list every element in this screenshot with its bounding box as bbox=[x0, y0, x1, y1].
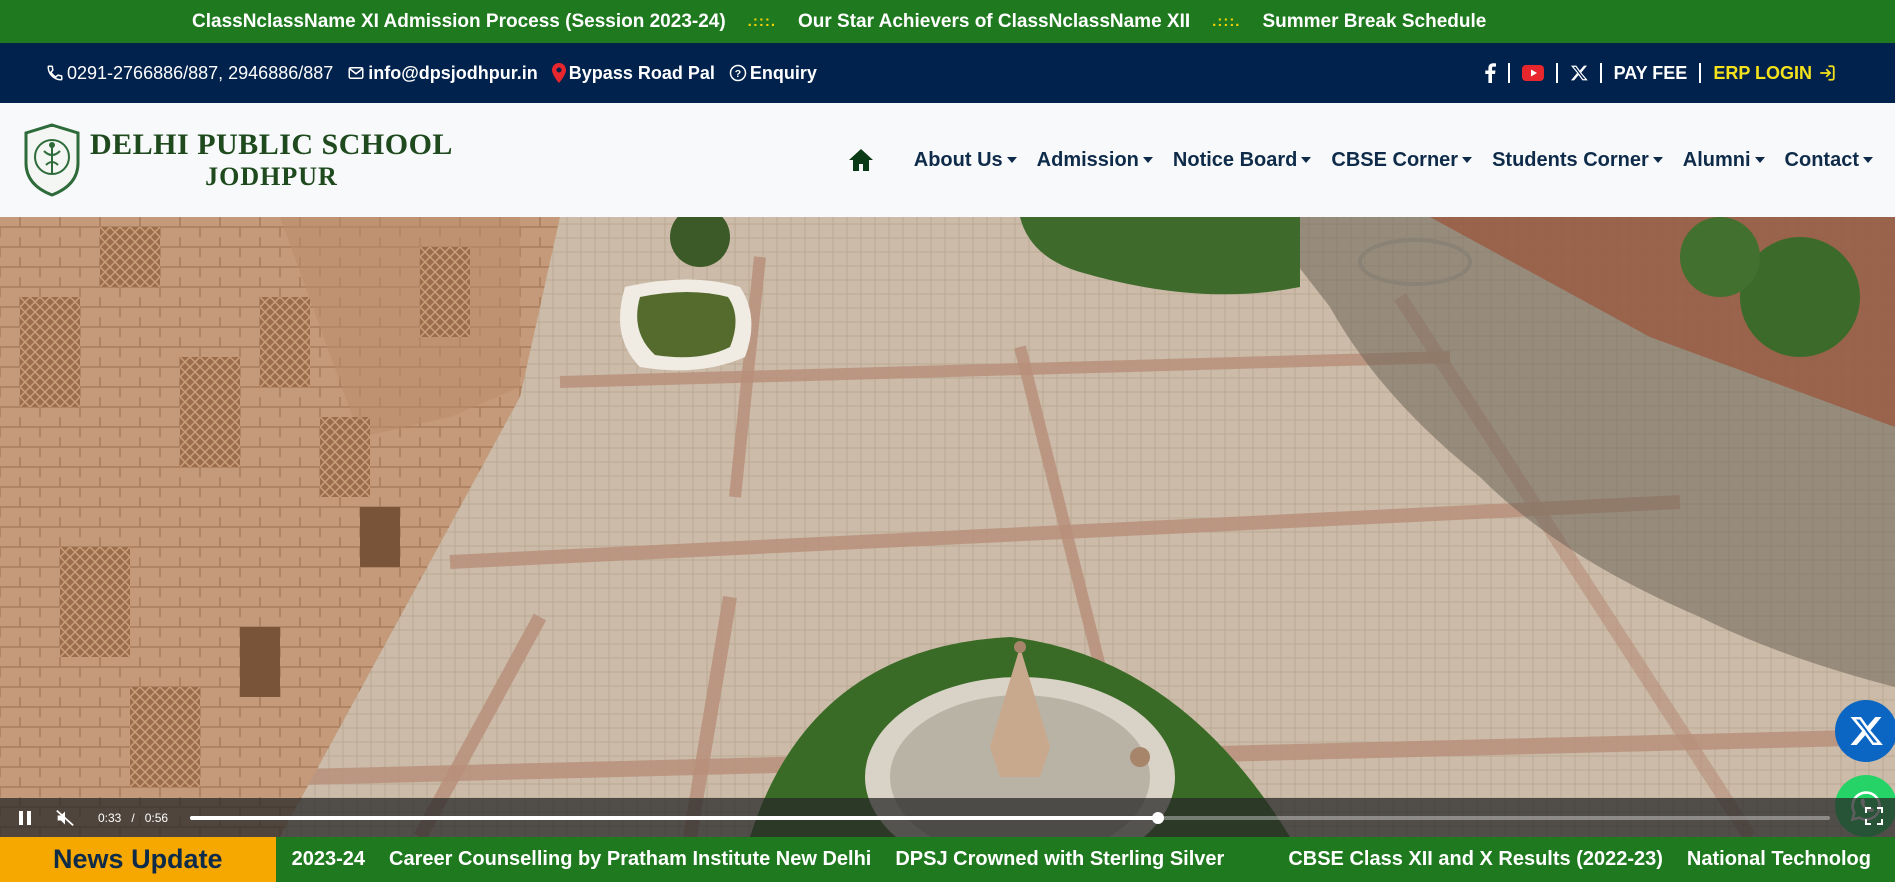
nav-label: CBSE Corner bbox=[1331, 148, 1459, 171]
x-link[interactable] bbox=[1558, 63, 1602, 83]
progress-handle[interactable] bbox=[1151, 811, 1164, 824]
current-time: 0:33 bbox=[98, 810, 122, 825]
caret-down-icon bbox=[1754, 157, 1765, 163]
caret-down-icon bbox=[1863, 157, 1873, 163]
news-item[interactable]: National Technolog bbox=[1687, 848, 1871, 871]
marquee-item[interactable]: Summer Break Schedule bbox=[1262, 11, 1486, 33]
pay-fee-link[interactable]: PAY FEE bbox=[1602, 63, 1702, 83]
nav-admission[interactable]: Admission bbox=[1037, 149, 1153, 172]
youtube-link[interactable] bbox=[1510, 63, 1558, 83]
caret-down-icon bbox=[1652, 157, 1663, 163]
marquee-item[interactable]: Our Star Achievers of ClassNclassName XI… bbox=[798, 11, 1190, 33]
volume-muted-icon bbox=[56, 809, 74, 826]
video-progress-bar[interactable] bbox=[190, 811, 1831, 824]
news-item[interactable]: 2023-24 bbox=[292, 848, 365, 871]
map-pin-icon bbox=[551, 63, 566, 83]
hero-video[interactable] bbox=[0, 217, 1895, 837]
nav-contact[interactable]: Contact bbox=[1785, 149, 1873, 172]
video-time: 0:33 / 0:56 bbox=[98, 811, 168, 825]
question-circle-icon: ? bbox=[729, 64, 747, 82]
duration: 0:56 bbox=[144, 810, 169, 825]
nav-label: Contact bbox=[1784, 148, 1859, 171]
nav-cbse-corner[interactable]: CBSE Corner bbox=[1331, 148, 1473, 172]
fullscreen-icon bbox=[1865, 807, 1883, 825]
news-item[interactable]: CBSE Class XII and X Results (2022-23) bbox=[1288, 848, 1663, 871]
phone-icon bbox=[47, 65, 63, 81]
news-ticker: 2023-24 Career Counselling by Pratham In… bbox=[276, 848, 1895, 871]
erp-login-link[interactable]: ERP LOGIN bbox=[1701, 63, 1849, 83]
fullscreen-button[interactable] bbox=[1865, 807, 1883, 828]
x-icon bbox=[1850, 716, 1883, 746]
caret-down-icon bbox=[1142, 157, 1153, 163]
news-item[interactable]: DPSJ Crowned with Sterling Silver bbox=[895, 848, 1224, 871]
school-name: DELHI PUBLIC SCHOOL bbox=[90, 128, 453, 161]
school-logo[interactable]: DELHI PUBLIC SCHOOL JODHPUR bbox=[0, 123, 453, 197]
home-link[interactable] bbox=[848, 148, 874, 172]
mute-button[interactable] bbox=[50, 803, 80, 833]
caret-down-icon bbox=[1301, 157, 1312, 163]
phone-number: 0291-2766886/887, 2946886/887 bbox=[67, 62, 334, 83]
svg-text:?: ? bbox=[735, 68, 741, 80]
marquee-separator: .:::. bbox=[747, 13, 776, 30]
home-icon bbox=[848, 149, 873, 171]
youtube-icon bbox=[1521, 65, 1544, 81]
floating-x-button[interactable] bbox=[1835, 700, 1895, 762]
email-address: info@dpsjodhpur.in bbox=[368, 62, 538, 83]
sign-in-icon bbox=[1820, 65, 1835, 81]
caret-down-icon bbox=[1006, 157, 1017, 163]
nav-label: Alumni bbox=[1682, 148, 1751, 171]
announcement-marquee: ClassNclassName XI Admission Process (Se… bbox=[0, 0, 1895, 43]
enquiry-label: Enquiry bbox=[749, 62, 817, 83]
school-city: JODHPUR bbox=[205, 162, 338, 191]
nav-label: Notice Board bbox=[1172, 148, 1298, 171]
contact-bar: 0291-2766886/887, 2946886/887 info@dpsjo… bbox=[0, 43, 1895, 103]
caret-down-icon bbox=[1462, 157, 1473, 163]
marquee-separator: .:::. bbox=[1212, 13, 1241, 30]
school-emblem-icon bbox=[24, 123, 80, 197]
x-icon bbox=[1570, 65, 1588, 81]
news-item[interactable]: Career Counselling by Pratham Institute … bbox=[389, 848, 871, 871]
facebook-link[interactable] bbox=[1472, 63, 1510, 83]
nav-label: Students Corner bbox=[1492, 148, 1649, 171]
news-update-bar: News Update 2023-24 Career Counselling b… bbox=[0, 837, 1895, 882]
progress-fill bbox=[190, 815, 1158, 820]
campus-aerial-video-frame bbox=[0, 217, 1895, 837]
phone-contact[interactable]: 0291-2766886/887, 2946886/887 bbox=[46, 63, 333, 84]
address-text: Bypass Road Pal bbox=[568, 62, 715, 83]
email-contact[interactable]: info@dpsjodhpur.in bbox=[347, 63, 538, 84]
video-controls: 0:33 / 0:56 bbox=[0, 798, 1895, 837]
news-update-label: News Update bbox=[0, 837, 276, 882]
nav-label: About Us bbox=[913, 148, 1003, 171]
envelope-icon bbox=[348, 67, 364, 79]
nav-alumni[interactable]: Alumni bbox=[1683, 149, 1765, 172]
erp-login-label: ERP LOGIN bbox=[1713, 62, 1812, 83]
nav-notice-board[interactable]: Notice Board bbox=[1172, 148, 1312, 172]
address-contact[interactable]: Bypass Road Pal bbox=[551, 62, 715, 84]
enquiry-link[interactable]: ? Enquiry bbox=[729, 63, 817, 84]
main-nav: About Us Admission Notice Board CBSE Cor… bbox=[848, 148, 1895, 172]
nav-label: Admission bbox=[1036, 148, 1139, 171]
pause-button[interactable] bbox=[10, 803, 40, 833]
nav-students-corner[interactable]: Students Corner bbox=[1492, 149, 1663, 172]
time-separator: / bbox=[131, 810, 135, 825]
pay-fee-label: PAY FEE bbox=[1613, 62, 1688, 83]
marquee-item[interactable]: ClassNclassName XI Admission Process (Se… bbox=[192, 11, 726, 33]
site-header: DELHI PUBLIC SCHOOL JODHPUR About Us Adm… bbox=[0, 103, 1895, 217]
nav-about-us[interactable]: About Us bbox=[914, 149, 1017, 172]
facebook-icon bbox=[1484, 63, 1496, 83]
pause-icon bbox=[19, 810, 31, 825]
